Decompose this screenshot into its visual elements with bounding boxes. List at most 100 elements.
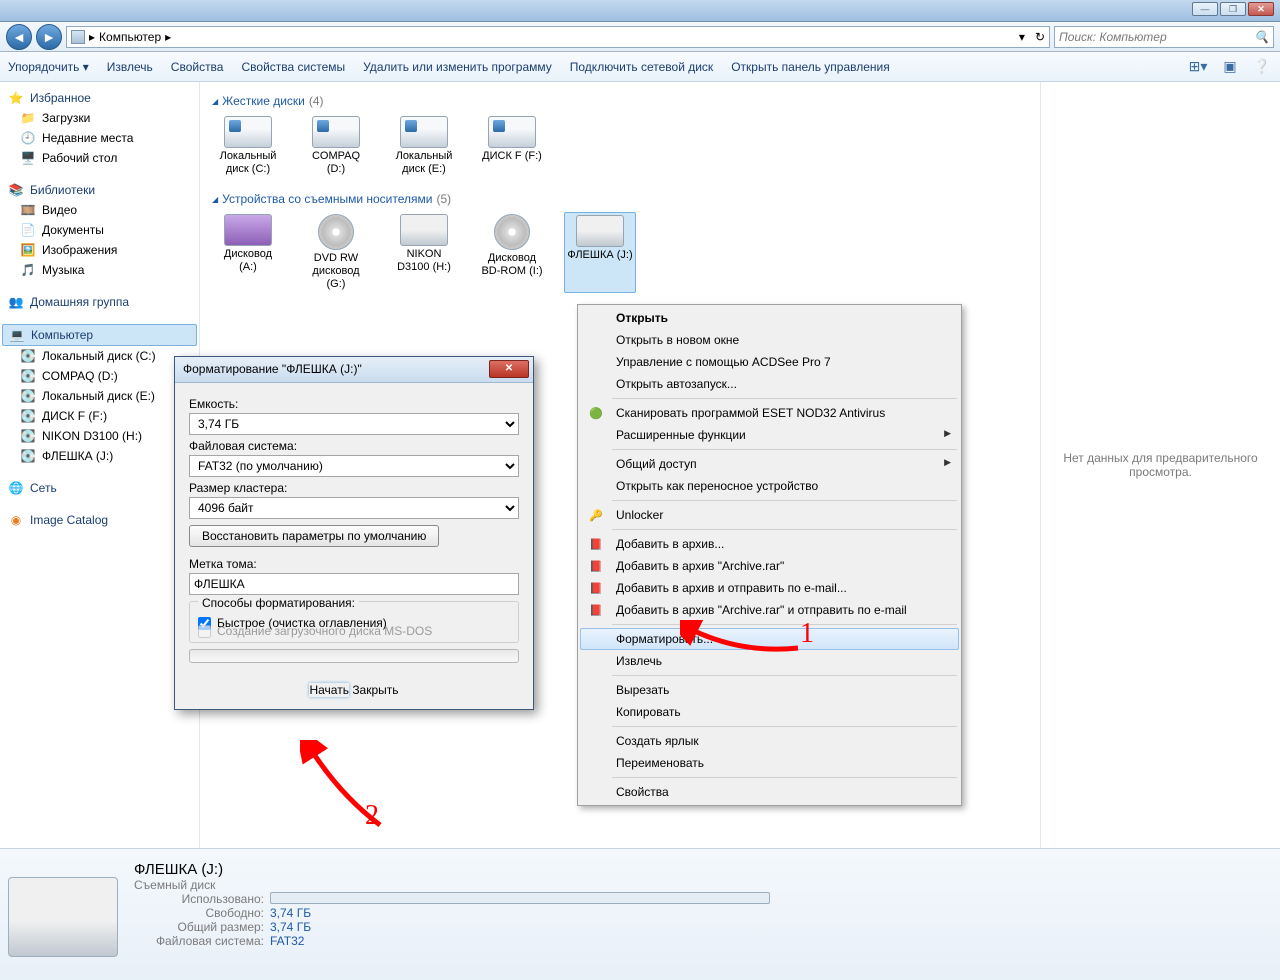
uninstall-program-button[interactable]: Удалить или изменить программу (363, 60, 552, 74)
organize-menu[interactable]: Упорядочить ▾ (8, 60, 89, 74)
context-menu-item[interactable]: Извлечь (580, 650, 959, 672)
recent-icon: 🕘 (20, 130, 36, 146)
image-catalog[interactable]: ◉Image Catalog (2, 510, 197, 530)
libraries-header[interactable]: 📚Библиотеки (2, 180, 197, 200)
sidebar-drive-c[interactable]: 💽Локальный диск (C:) (2, 346, 197, 366)
sidebar-drive-f[interactable]: 💽ДИСК F (F:) (2, 406, 197, 426)
video-icon: 🎞️ (20, 202, 36, 218)
drive-i[interactable]: Дисковод BD-ROM (I:) (476, 212, 548, 293)
context-menu-item[interactable]: Переименовать (580, 752, 959, 774)
context-menu-item[interactable]: 📕Добавить в архив "Archive.rar" и отправ… (580, 599, 959, 621)
filesystem-select[interactable]: FAT32 (по умолчанию) (189, 455, 519, 477)
group-removable[interactable]: Устройства со съемными носителями (5) (212, 192, 1028, 206)
sidebar-music[interactable]: 🎵Музыка (2, 260, 197, 280)
cluster-select[interactable]: 4096 байт (189, 497, 519, 519)
context-menu-item[interactable]: Копировать (580, 701, 959, 723)
bd-icon (494, 214, 530, 250)
drive-g[interactable]: DVD RW дисковод (G:) (300, 212, 372, 293)
computer-icon (71, 30, 85, 44)
computer-header[interactable]: 💻Компьютер (2, 324, 197, 346)
sidebar-downloads[interactable]: 📁Загрузки (2, 108, 197, 128)
minimize-button[interactable]: — (1192, 2, 1218, 16)
context-menu-item[interactable]: Свойства (580, 781, 959, 803)
close-button[interactable]: ✕ (1248, 2, 1274, 16)
details-subtitle: Съемный диск (134, 878, 770, 892)
close-dialog-button[interactable]: Закрыть (352, 683, 398, 697)
network-header[interactable]: 🌐Сеть (2, 478, 197, 498)
favorites-header[interactable]: ⭐Избранное (2, 88, 197, 108)
map-drive-button[interactable]: Подключить сетевой диск (570, 60, 713, 74)
nav-bar: ◄ ► ▸ Компьютер ▸ ▾ ↻ Поиск: Компьютер 🔍 (0, 22, 1280, 52)
forward-button[interactable]: ► (36, 24, 62, 50)
help-button[interactable]: ❔ (1252, 57, 1272, 77)
sidebar-recent[interactable]: 🕘Недавние места (2, 128, 197, 148)
context-menu-item[interactable]: 📕Добавить в архив и отправить по e-mail.… (580, 577, 959, 599)
sidebar-drive-e[interactable]: 💽Локальный диск (E:) (2, 386, 197, 406)
restore-defaults-button[interactable]: Восстановить параметры по умолчанию (189, 525, 439, 547)
computer-icon: 💻 (9, 327, 25, 343)
context-menu-item[interactable]: Создать ярлык (580, 730, 959, 752)
dialog-titlebar[interactable]: Форматирование "ФЛЕШКА (J:)" ✕ (175, 357, 533, 383)
context-menu-item[interactable]: Открыть автозапуск... (580, 373, 959, 395)
eject-button[interactable]: Извлечь (107, 60, 153, 74)
view-button[interactable]: ⊞▾ (1188, 57, 1208, 77)
homegroup-header[interactable]: 👥Домашняя группа (2, 292, 197, 312)
sidebar-desktop[interactable]: 🖥️Рабочий стол (2, 148, 197, 168)
sidebar-documents[interactable]: 📄Документы (2, 220, 197, 240)
menu-item-icon: 📕 (588, 536, 604, 552)
window-titlebar: — ❐ ✕ (0, 0, 1280, 22)
hdd-icon (224, 116, 272, 148)
capacity-select[interactable]: 3,74 ГБ (189, 413, 519, 435)
search-input[interactable]: Поиск: Компьютер 🔍 (1054, 26, 1274, 48)
context-menu-item[interactable]: 📕Добавить в архив "Archive.rar" (580, 555, 959, 577)
hdd-icon (488, 116, 536, 148)
drive-icon: 💽 (20, 428, 36, 444)
context-menu: ОткрытьОткрыть в новом окнеУправление с … (577, 304, 962, 806)
drive-a[interactable]: Дисковод (A:) (212, 212, 284, 293)
drive-f[interactable]: ДИСК F (F:) (476, 114, 548, 178)
sidebar-drive-j[interactable]: 💽ФЛЕШКА (J:) (2, 446, 197, 466)
context-menu-item[interactable]: Форматировать... (580, 628, 959, 650)
format-dialog: Форматирование "ФЛЕШКА (J:)" ✕ Емкость: … (174, 356, 534, 710)
sidebar-drive-h[interactable]: 💽NIKON D3100 (H:) (2, 426, 197, 446)
annotation-label-1: 1 (800, 618, 814, 650)
dialog-close-button[interactable]: ✕ (489, 360, 529, 378)
maximize-button[interactable]: ❐ (1220, 2, 1246, 16)
drive-icon: 💽 (20, 408, 36, 424)
drive-c[interactable]: Локальный диск (C:) (212, 114, 284, 178)
usb-icon (576, 215, 624, 247)
cluster-label: Размер кластера: (189, 481, 519, 495)
sidebar-images[interactable]: 🖼️Изображения (2, 240, 197, 260)
group-hdd[interactable]: Жесткие диски (4) (212, 94, 1028, 108)
volume-label-input[interactable] (189, 573, 519, 595)
context-menu-item[interactable]: 🔑Unlocker (580, 504, 959, 526)
menu-item-icon: 📕 (588, 580, 604, 596)
drive-j[interactable]: ФЛЕШКА (J:) (564, 212, 636, 293)
context-menu-item[interactable]: 📕Добавить в архив... (580, 533, 959, 555)
drive-h[interactable]: NIKON D3100 (H:) (388, 212, 460, 293)
system-properties-button[interactable]: Свойства системы (241, 60, 345, 74)
context-menu-item[interactable]: Управление с помощью ACDSee Pro 7 (580, 351, 959, 373)
context-menu-item[interactable]: Расширенные функции▶ (580, 424, 959, 446)
preview-pane-button[interactable]: ▣ (1220, 57, 1240, 77)
drive-d[interactable]: COMPAQ (D:) (300, 114, 372, 178)
drive-e[interactable]: Локальный диск (E:) (388, 114, 460, 178)
start-button[interactable]: Начать (309, 683, 349, 697)
folder-icon: 📁 (20, 110, 36, 126)
context-menu-item[interactable]: Открыть в новом окне (580, 329, 959, 351)
context-menu-item[interactable]: Открыть как переносное устройство (580, 475, 959, 497)
sidebar-drive-d[interactable]: 💽COMPAQ (D:) (2, 366, 197, 386)
context-menu-item[interactable]: Общий доступ▶ (580, 453, 959, 475)
address-bar[interactable]: ▸ Компьютер ▸ ▾ ↻ (66, 26, 1050, 48)
control-panel-button[interactable]: Открыть панель управления (731, 60, 890, 74)
breadcrumb[interactable]: Компьютер (99, 30, 161, 44)
back-button[interactable]: ◄ (6, 24, 32, 50)
annotation-label-2: 2 (365, 800, 379, 832)
preview-pane: Нет данных для предварительного просмотр… (1040, 82, 1280, 848)
sidebar-videos[interactable]: 🎞️Видео (2, 200, 197, 220)
navigation-pane: ⭐Избранное 📁Загрузки 🕘Недавние места 🖥️Р… (0, 82, 200, 848)
context-menu-item[interactable]: Вырезать (580, 679, 959, 701)
properties-button[interactable]: Свойства (171, 60, 224, 74)
context-menu-item[interactable]: Открыть (580, 307, 959, 329)
context-menu-item[interactable]: 🟢Сканировать программой ESET NOD32 Antiv… (580, 402, 959, 424)
